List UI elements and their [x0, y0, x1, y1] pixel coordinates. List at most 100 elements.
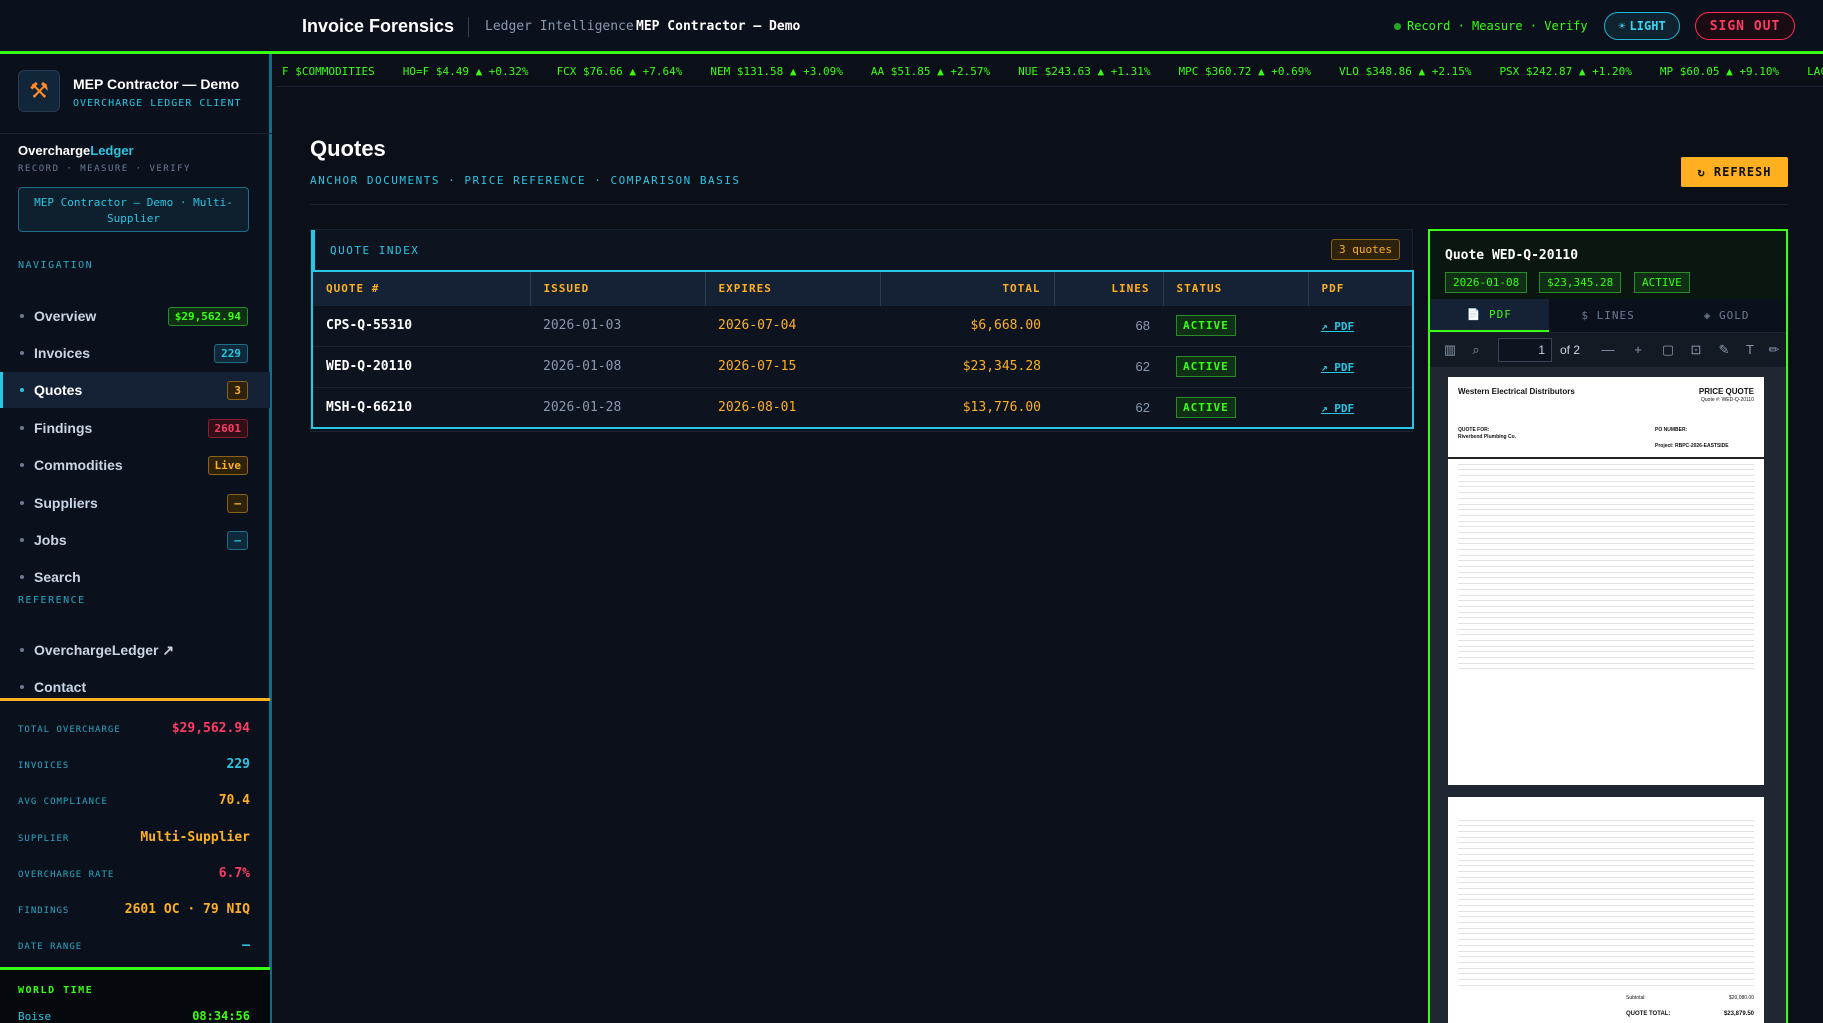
stat-supplier: SUPPLIER Multi-Supplier	[18, 830, 250, 845]
theme-toggle-label: LIGHT	[1629, 19, 1666, 33]
text-icon[interactable]: T	[1742, 342, 1758, 358]
quote-issued: 2026-01-08	[530, 345, 705, 387]
world-time-panel: WORLD TIME Boise 08:34:56	[0, 967, 270, 1023]
col-total[interactable]: TOTAL	[880, 271, 1055, 305]
nav-section-label: NAVIGATION	[18, 260, 94, 271]
page-number-input[interactable]	[1498, 338, 1552, 362]
suppliers-badge: —	[227, 493, 248, 513]
quote-expires: 2026-07-04	[705, 304, 880, 346]
bullet-icon	[20, 501, 24, 505]
sidebar-item-findings[interactable]: Findings 2601	[0, 410, 270, 446]
quote-status-cell: ACTIVE	[1163, 304, 1308, 346]
sidebar-item-overview[interactable]: Overview $29,562.94	[0, 298, 270, 334]
stat-value: 70.4	[218, 793, 250, 808]
invoices-badge: 229	[214, 343, 248, 363]
quote-number: CPS-Q-55310	[312, 304, 530, 346]
quote-expires: 2026-07-15	[705, 345, 880, 387]
tab-lines[interactable]: $ LINES	[1549, 299, 1668, 332]
pdf-link[interactable]: ↗ PDF	[1321, 402, 1354, 415]
quote-index-header: QUOTE INDEX 3 quotes	[311, 230, 1414, 270]
findings-badge: 2601	[207, 418, 248, 438]
zoom-in-icon[interactable]: +	[1630, 342, 1646, 358]
quote-lines: 62	[1054, 345, 1163, 387]
sidebar-item-jobs[interactable]: Jobs —	[0, 522, 270, 558]
stat-findings: FINDINGS 2601 OC · 79 NIQ	[18, 902, 250, 917]
col-expires[interactable]: EXPIRES	[705, 271, 881, 305]
tab-pdf[interactable]: 📄 PDF	[1430, 299, 1549, 332]
image-edit-icon[interactable]: ⊡	[1688, 342, 1704, 358]
theme-toggle-button[interactable]: ☀ LIGHT	[1604, 12, 1680, 40]
stat-label: FINDINGS	[18, 906, 70, 916]
pdf-po-label: PO NUMBER:	[1655, 427, 1688, 433]
sidebar-toggle-icon[interactable]: ▥	[1442, 342, 1458, 358]
pdf-link[interactable]: ↗ PDF	[1321, 361, 1354, 374]
status-badge: ACTIVE	[1176, 396, 1236, 418]
page-subtitle: ANCHOR DOCUMENTS · PRICE REFERENCE · COM…	[310, 174, 741, 187]
pdf-line-items	[1448, 815, 1764, 986]
bullet-icon	[20, 314, 24, 318]
table-row[interactable]: WED-Q-20110 2026-01-08 2026-07-15 $23,34…	[312, 345, 1413, 387]
sidebar-item-search[interactable]: Search	[0, 559, 270, 595]
stat-invoices: INVOICES 229	[18, 757, 250, 772]
status-text: Record · Measure · Verify	[1407, 19, 1588, 33]
bullet-icon	[20, 575, 24, 579]
sidebar-item-commodities[interactable]: Commodities Live	[0, 447, 270, 483]
highlight-icon[interactable]: ✎	[1716, 342, 1732, 358]
bullet-icon	[20, 351, 24, 355]
status-badge: ACTIVE	[1176, 356, 1236, 377]
pdf-line-item	[1458, 980, 1754, 986]
stat-value: Multi-Supplier	[140, 830, 250, 845]
table-header-row: QUOTE # ISSUED EXPIRES TOTAL LINES STATU…	[312, 271, 1414, 305]
pdf-page-1: Western Electrical Distributors PRICE QU…	[1448, 377, 1764, 785]
sidebar-item-overchargeledger-link[interactable]: OverchargeLedger ↗	[0, 632, 270, 668]
search-icon[interactable]: ⌕	[1468, 342, 1484, 358]
table-row[interactable]: MSH-Q-66210 2026-01-28 2026-08-01 $13,77…	[312, 386, 1413, 428]
pdf-subtotal-label: Subtotal:	[1626, 995, 1646, 1001]
draw-icon[interactable]: ✏	[1766, 342, 1782, 358]
bullet-icon	[20, 648, 24, 652]
quote-index-panel: QUOTE INDEX 3 quotes QUOTE # ISSUED EXPI…	[310, 229, 1414, 432]
table-row[interactable]: CPS-Q-55310 2026-01-03 2026-07-04 $6,668…	[312, 304, 1413, 346]
summary-stats: TOTAL OVERCHARGE $29,562.94 INVOICES 229 A…	[0, 698, 270, 965]
quote-pdf-cell: ↗ PDF	[1308, 304, 1413, 346]
stat-value: —	[242, 938, 250, 953]
pdf-page-2: Subtotal: $20,080.00 QUOTE TOTAL: $23,87…	[1448, 797, 1764, 1023]
stat-value: $29,562.94	[171, 721, 250, 736]
sign-out-button[interactable]: SIGN OUT	[1695, 12, 1795, 40]
status-dot-icon	[1394, 22, 1401, 30]
zoom-out-icon[interactable]: —	[1600, 342, 1616, 358]
col-issued[interactable]: ISSUED	[530, 271, 706, 305]
col-pdf[interactable]: PDF	[1308, 271, 1414, 305]
client-selector[interactable]: MEP Contractor — Demo · Multi-Supplier	[18, 187, 249, 232]
world-time-label: WORLD TIME	[18, 985, 94, 996]
stat-label: OVERCHARGE RATE	[18, 870, 115, 880]
sidebar-item-quotes[interactable]: Quotes 3	[0, 372, 270, 408]
stat-label: TOTAL OVERCHARGE	[18, 725, 121, 735]
status-badge: ACTIVE	[1176, 315, 1236, 336]
pdf-render-area[interactable]: Western Electrical Distributors PRICE QU…	[1430, 367, 1786, 1023]
tab-gold[interactable]: ◈ GOLD	[1667, 299, 1786, 332]
sidebar-item-label: Overview	[34, 308, 97, 324]
commodities-badge: Live	[207, 455, 248, 475]
sun-icon: ☀	[1618, 19, 1626, 33]
stat-label: AVG COMPLIANCE	[18, 797, 108, 807]
pdf-link[interactable]: ↗ PDF	[1321, 320, 1354, 333]
sidebar-item-invoices[interactable]: Invoices 229	[0, 335, 270, 371]
bullet-icon	[20, 426, 24, 430]
client-card: ⚒ MEP Contractor — Demo OVERCHARGE LEDGE…	[0, 54, 272, 134]
refresh-button[interactable]: ↻ REFRESH	[1681, 157, 1788, 187]
col-lines[interactable]: LINES	[1054, 271, 1164, 305]
quote-total: $6,668.00	[880, 304, 1054, 346]
col-quote-number[interactable]: QUOTE #	[312, 271, 531, 305]
pdf-line-items	[1448, 457, 1764, 670]
ledger-brand: OverchargeLedger	[18, 143, 134, 158]
comment-icon[interactable]: ▢	[1660, 342, 1676, 358]
col-status[interactable]: STATUS	[1163, 271, 1309, 305]
pdf-customer: Riverbend Plumbing Co.	[1458, 434, 1517, 440]
app-title: Invoice Forensics	[302, 16, 455, 36]
quote-number: MSH-Q-66210	[312, 386, 530, 428]
sidebar-item-suppliers[interactable]: Suppliers —	[0, 485, 270, 521]
pdf-total-label: QUOTE TOTAL:	[1626, 1011, 1671, 1017]
ticker-item: LAC $3.14 ▲ +	[1807, 65, 1823, 78]
viewer-header: Quote WED-Q-20110 2026-01-08 $23,345.28 …	[1430, 231, 1786, 299]
